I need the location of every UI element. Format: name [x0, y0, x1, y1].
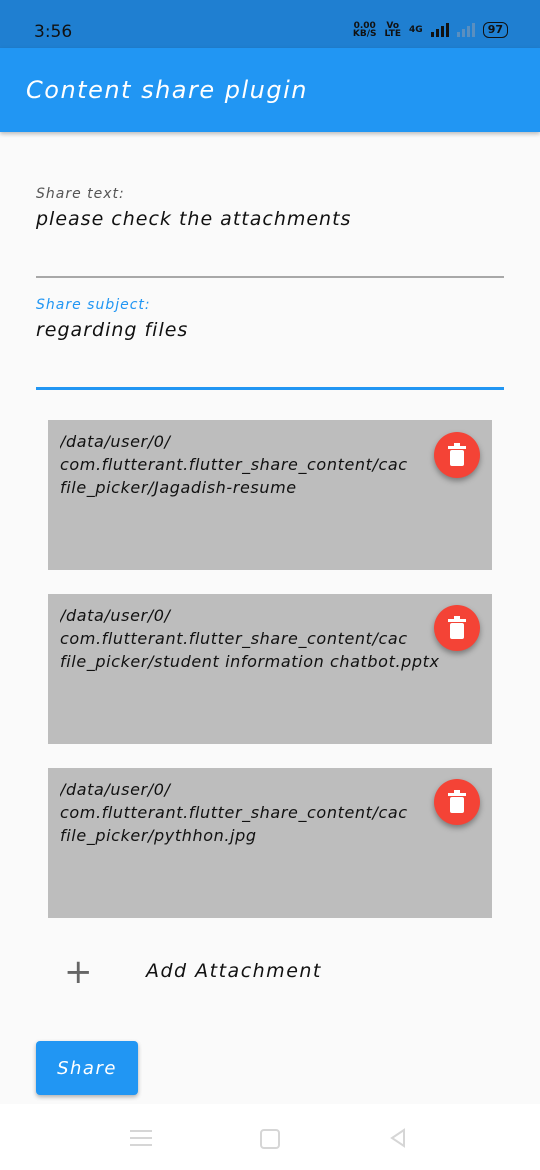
app-bar: Content share plugin [0, 48, 540, 132]
attachment-path: /data/user/0/ com.flutterant.flutter_sha… [60, 606, 440, 671]
network-speed: 0.00 KB/S [352, 21, 377, 39]
attachment-card: /data/user/0/ com.flutterant.flutter_sha… [48, 420, 492, 570]
system-nav-bar [0, 1104, 540, 1170]
status-bar: 3:56 0.00 KB/S Vo LTE 4G 97 [0, 0, 540, 48]
add-attachment-label: Add Attachment [146, 960, 322, 982]
signal-secondary-icon [456, 23, 475, 37]
trash-icon [448, 790, 466, 813]
share-subject-field[interactable]: Share subject: regarding files [36, 297, 504, 391]
share-text-label: Share text: [36, 186, 125, 202]
trash-icon [448, 443, 466, 466]
delete-attachment-button[interactable] [434, 605, 480, 651]
attachment-path: /data/user/0/ com.flutterant.flutter_sha… [60, 432, 408, 497]
share-text-underline [36, 276, 504, 278]
delete-attachment-button[interactable] [434, 432, 480, 478]
share-button[interactable]: Share [36, 1041, 138, 1095]
signal-icon [430, 23, 449, 37]
volte-indicator: Vo LTE [384, 21, 402, 39]
share-subject-underline [36, 387, 504, 390]
network-type: 4G [409, 25, 423, 35]
page-title: Content share plugin [26, 76, 308, 104]
delete-attachment-button[interactable] [434, 779, 480, 825]
status-icons: 0.00 KB/S Vo LTE 4G 97 [352, 21, 508, 39]
back-icon[interactable] [388, 1128, 408, 1148]
status-time: 3:56 [34, 22, 73, 42]
add-attachment-button[interactable]: + Add Attachment [64, 954, 464, 994]
attachment-path: /data/user/0/ com.flutterant.flutter_sha… [60, 780, 408, 845]
attachment-card: /data/user/0/ com.flutterant.flutter_sha… [48, 768, 492, 918]
share-subject-label: Share subject: [36, 297, 151, 313]
trash-icon [448, 616, 466, 639]
home-icon[interactable] [260, 1129, 280, 1149]
share-text-input[interactable]: please check the attachments [36, 208, 504, 230]
plus-icon: + [64, 952, 93, 992]
attachment-card: /data/user/0/ com.flutterant.flutter_sha… [48, 594, 492, 744]
battery-icon: 97 [482, 22, 508, 38]
share-subject-input[interactable]: regarding files [36, 319, 504, 341]
recent-apps-icon[interactable] [130, 1130, 152, 1151]
share-text-field[interactable]: Share text: please check the attachments [36, 186, 504, 280]
